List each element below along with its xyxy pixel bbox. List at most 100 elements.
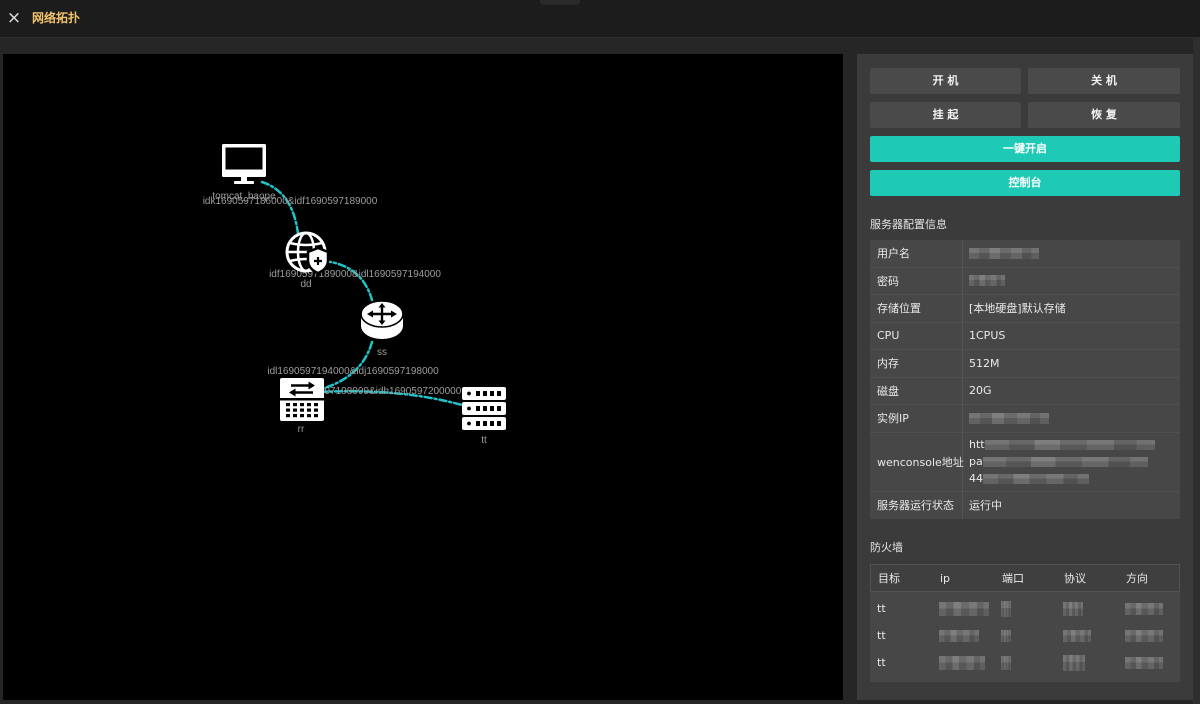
node-dd[interactable]	[285, 231, 330, 275]
config-row-username: 用户名	[870, 240, 1180, 268]
redacted-value	[1063, 629, 1091, 642]
cell-direction	[1118, 595, 1180, 622]
config-label: 用户名	[870, 240, 963, 267]
redacted-value	[983, 473, 1089, 484]
firewall-table: 目标 ip 端口 协议 方向 tt tt tt	[870, 564, 1180, 682]
cell-protocol	[1056, 595, 1118, 622]
wenconsole-fragment: pa	[969, 455, 983, 468]
redacted-value	[1001, 655, 1011, 670]
redacted-value	[1063, 654, 1085, 671]
table-row: tt	[870, 649, 1180, 676]
cell-port	[994, 622, 1056, 649]
close-icon[interactable]: ×	[6, 8, 22, 28]
config-label: 内存	[870, 350, 963, 377]
server-led	[467, 421, 471, 426]
firewall-title: 防火墙	[870, 541, 903, 554]
firewall-header: 目标 ip 端口 协议 方向	[870, 564, 1180, 592]
column-header-target: 目标	[878, 572, 900, 585]
column-header-direction: 方向	[1126, 572, 1148, 585]
wenconsole-line[interactable]: htt	[969, 436, 1155, 453]
server-led	[467, 391, 471, 396]
power-off-button[interactable]: 关 机	[1028, 68, 1180, 94]
redacted-value	[969, 412, 1049, 424]
redacted-value	[1063, 601, 1083, 616]
server-icon	[462, 387, 506, 430]
cell-target: tt	[877, 629, 886, 642]
server-config-title: 服务器配置信息	[870, 218, 947, 231]
node-ss[interactable]	[360, 300, 404, 339]
redacted-value	[984, 439, 1155, 450]
edge-dd-ss[interactable]	[322, 259, 374, 302]
console-button[interactable]: 控制台	[870, 170, 1180, 196]
config-row-cpu: CPU 1CPUS	[870, 322, 1180, 350]
redacted-value	[1001, 600, 1011, 617]
config-value	[963, 268, 1180, 295]
config-label: 密码	[870, 267, 963, 294]
topology-labels: tomcat_baope idk1690597186000&idf1690597…	[203, 191, 487, 446]
server-config-table: 用户名 密码 存储位置 [本地硬盘]默认存储 CPU 1CPUS 内存 512M…	[870, 240, 1180, 519]
config-value: htt pa 44	[963, 433, 1180, 491]
globe-shield-icon	[285, 231, 330, 275]
edge-label-dd-ss: idf1690597189000&idl1690597194000	[269, 269, 441, 280]
config-label: CPU	[870, 322, 963, 349]
config-value	[963, 240, 1180, 267]
cell-target: tt	[877, 602, 886, 615]
wenconsole-fragment: 44	[969, 472, 983, 485]
switch-icon	[280, 378, 324, 421]
cell-target: tt	[877, 656, 886, 669]
edge-label-tomcat-dd: idk1690597186000&idf1690597189000	[203, 196, 378, 207]
config-label: 服务器运行状态	[870, 491, 963, 519]
cell-ip	[932, 649, 994, 676]
config-row-status: 服务器运行状态 运行中	[870, 491, 1180, 519]
config-label: 磁盘	[870, 377, 963, 404]
switch-ports	[286, 403, 321, 419]
config-row-storage: 存储位置 [本地硬盘]默认存储	[870, 295, 1180, 323]
title-bar: × 网络拓扑	[0, 0, 1200, 38]
wenconsole-fragment: htt	[969, 438, 985, 451]
wenconsole-line[interactable]: 44	[969, 470, 1089, 487]
redacted-value	[1125, 602, 1163, 615]
redacted-value	[1125, 629, 1163, 642]
server-led	[467, 406, 471, 411]
drag-handle[interactable]	[540, 0, 580, 5]
config-label: 实例IP	[870, 405, 963, 432]
config-row-password: 密码	[870, 267, 1180, 295]
topology-graph[interactable]: tomcat_baope idk1690597186000&idf1690597…	[3, 54, 843, 700]
window-title: 网络拓扑	[32, 11, 81, 25]
table-row: tt	[870, 622, 1180, 649]
cell-protocol	[1056, 649, 1118, 676]
one-click-start-button[interactable]: 一键开启	[870, 136, 1180, 162]
monitor-base	[234, 181, 254, 184]
cell-ip	[932, 622, 994, 649]
monitor-icon	[222, 144, 266, 184]
cell-protocol	[1056, 622, 1118, 649]
suspend-button[interactable]: 挂 起	[870, 102, 1021, 128]
redacted-value	[969, 247, 1039, 259]
config-value	[963, 405, 1180, 432]
edge-tomcat-dd[interactable]	[260, 180, 300, 236]
redacted-value	[982, 456, 1148, 467]
wenconsole-line[interactable]: pa	[969, 453, 1148, 470]
cell-port	[994, 649, 1056, 676]
cell-port	[994, 595, 1056, 622]
power-on-button[interactable]: 开 机	[870, 68, 1021, 94]
config-value: [本地硬盘]默认存储	[969, 302, 1066, 316]
status-value: 运行中	[969, 499, 1002, 513]
window-scrollbar[interactable]	[1193, 38, 1200, 704]
redacted-value	[969, 275, 1005, 287]
edge-label-ss-rr: idl1690597194000&idj1690597198000	[267, 366, 439, 377]
node-tomcat[interactable]	[222, 144, 266, 184]
column-header-port: 端口	[1002, 572, 1024, 585]
resume-button[interactable]: 恢 复	[1028, 102, 1180, 128]
config-label: 存储位置	[870, 295, 963, 322]
node-rr[interactable]	[280, 378, 324, 421]
node-label-rr: rr	[298, 424, 305, 435]
redacted-value	[939, 601, 989, 616]
config-row-wenconsole: wenconsole地址 htt pa 44	[870, 432, 1180, 492]
topology-canvas[interactable]: tomcat_baope idk1690597186000&idf1690597…	[3, 54, 843, 700]
node-tt[interactable]	[462, 387, 506, 430]
node-label-tt: tt	[481, 435, 487, 446]
server-panel: 开 机 关 机 挂 起 恢 复 一键开启 控制台 服务器配置信息 用户名 密码 …	[857, 54, 1193, 700]
redacted-value	[1001, 629, 1011, 642]
server-slots	[476, 387, 504, 430]
